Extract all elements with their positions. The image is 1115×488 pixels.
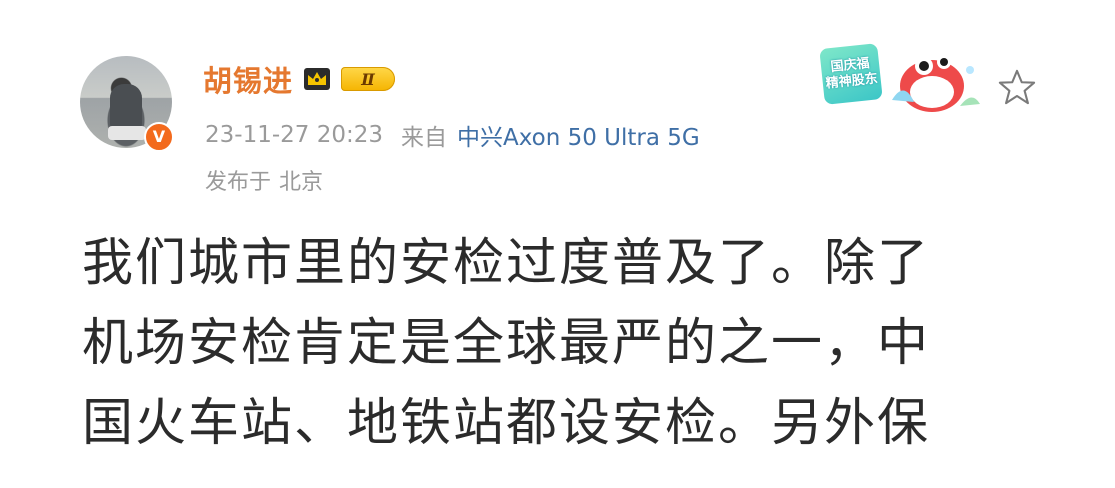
post-body-text: 我们城市里的安检过度普及了。除了 机场安检肯定是全球最严的之一，中 国火车站、地… [82,224,1082,464]
location-name: 北京 [279,170,324,195]
avatar-legs [108,126,146,140]
author-header: 胡锡进 Ⅱ [203,58,396,100]
cartoon-mascot-icon [892,55,980,112]
location-prefix: 发布于 [205,170,272,195]
source-prefix: 来自 [401,125,447,151]
post-location: 发布于 北京 [205,164,323,196]
weibo-post-card: V 胡锡进 Ⅱ 23-11-27 20:23 来自 中兴Axon 50 Ultr… [0,0,1115,488]
avatar-figure [110,84,142,130]
author-name[interactable]: 胡锡进 [203,58,293,100]
post-source: 来自 中兴Axon 50 Ultra 5G [401,118,700,152]
verified-v-icon: V [144,122,174,152]
member-level-text: Ⅱ [361,69,375,89]
source-device-link[interactable]: 中兴Axon 50 Ultra 5G [457,118,700,152]
post-body-line: 机场安检肯定是全球最严的之一，中 [82,314,931,373]
verified-mark: V [152,127,166,146]
member-level-badge[interactable]: Ⅱ [341,67,396,91]
decorative-sticker: 国庆福 精神股东 [808,40,988,116]
sticker-label: 国庆福 精神股东 [819,43,883,105]
post-meta: 23-11-27 20:23 来自 中兴Axon 50 Ultra 5G [205,118,700,152]
post-timestamp[interactable]: 23-11-27 20:23 [205,122,383,148]
post-body-line: 我们城市里的安检过度普及了。除了 [82,234,931,293]
post-body-line: 国火车站、地铁站都设安检。另外保 [82,394,931,453]
star-outline-icon[interactable] [998,68,1036,106]
crown-icon [304,68,331,90]
